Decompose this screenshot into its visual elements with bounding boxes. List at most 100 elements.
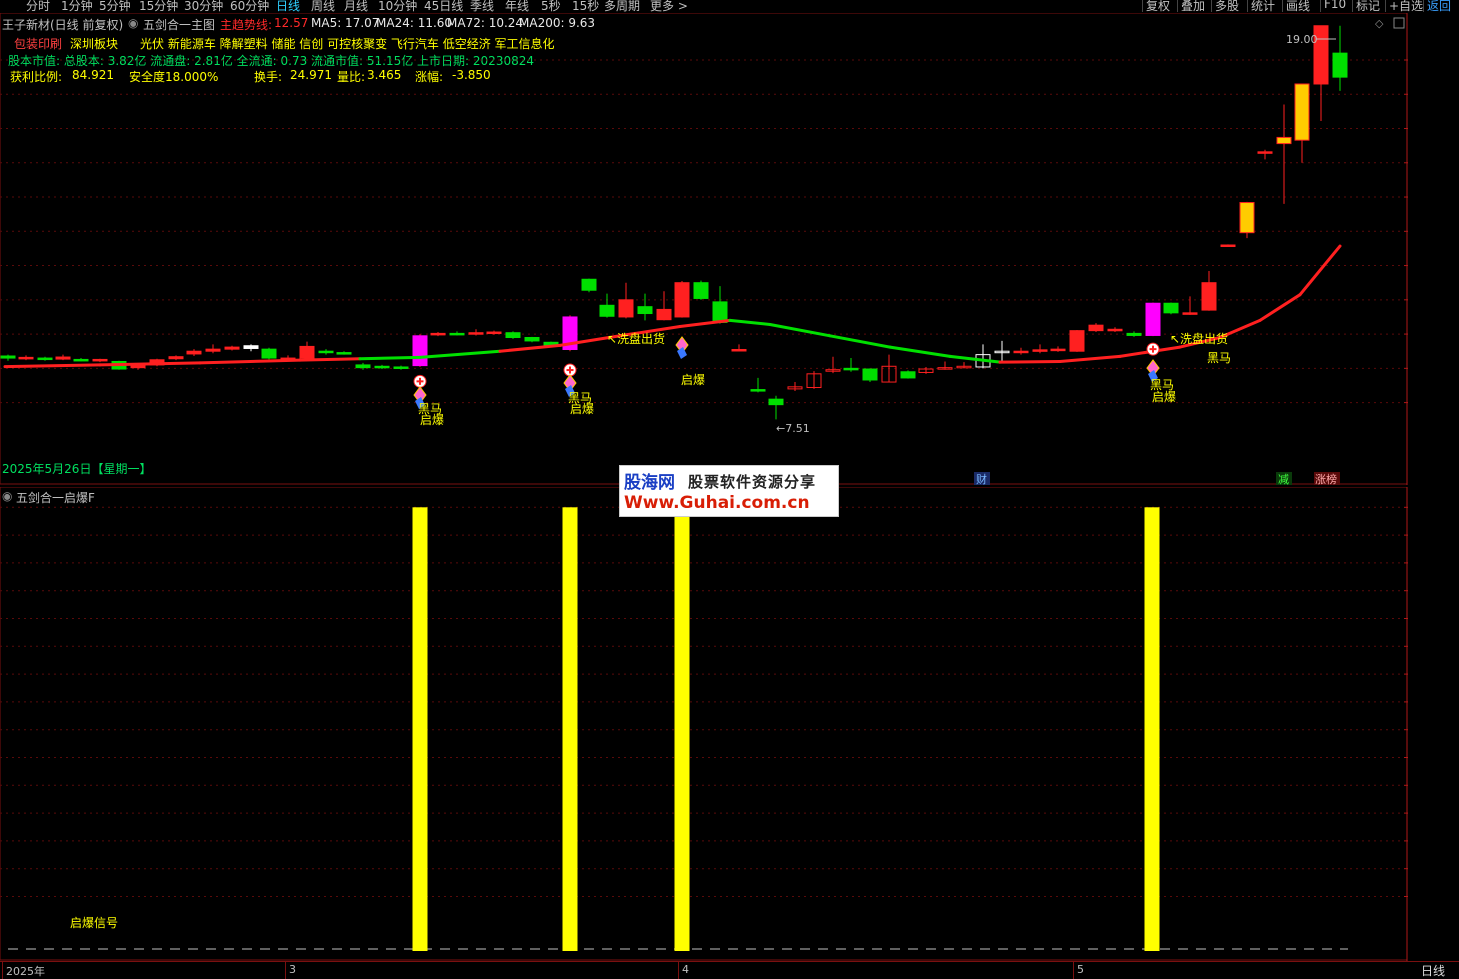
- tab-0[interactable]: 分时: [26, 0, 50, 12]
- tab-16[interactable]: 更多 >: [650, 0, 688, 12]
- candle-body: [900, 371, 916, 379]
- toolbar-separator: [1282, 0, 1283, 12]
- tab-6[interactable]: 日线: [276, 0, 300, 12]
- time-axis-label: 5: [1077, 963, 1084, 976]
- tab-3[interactable]: 15分钟: [139, 0, 178, 12]
- tab-4[interactable]: 30分钟: [184, 0, 223, 12]
- candle-body: [1163, 302, 1179, 314]
- high-price-label: 19.00: [1286, 33, 1318, 46]
- trend-line-segment: [1058, 354, 1122, 363]
- toolbar-separator: [1177, 0, 1178, 12]
- indicator-legend: 启爆信号: [70, 916, 119, 930]
- candle-body: [55, 356, 71, 360]
- event-tag-jian: 减: [1278, 473, 1289, 485]
- candle-body: [1050, 348, 1066, 352]
- candle-body: [843, 367, 859, 371]
- time-axis-tick: [678, 962, 679, 979]
- qibao-label: 启爆: [570, 402, 594, 416]
- tab-11[interactable]: 季线: [470, 0, 494, 12]
- time-axis-label: 4: [682, 963, 689, 976]
- tab-9[interactable]: 10分钟: [378, 0, 417, 12]
- candle-body: [712, 301, 728, 323]
- watermark-brand: 股海网: [624, 473, 675, 493]
- candle-body: [1088, 324, 1104, 332]
- trend-line-segment: [1258, 293, 1302, 322]
- candle-body: [393, 366, 409, 369]
- indicator-chart[interactable]: 80.0075.0070.0065.0060.0055.0050.0045.00…: [0, 487, 1408, 961]
- panel-frame: [0, 13, 1408, 485]
- tab-13[interactable]: 5秒: [541, 0, 561, 12]
- trend-line-segment: [298, 357, 362, 362]
- candle-body: [336, 352, 352, 355]
- candle-body: [1294, 83, 1310, 141]
- trend-line-segment: [1298, 244, 1342, 297]
- trend-line-segment: [888, 345, 952, 358]
- candle-body: [1126, 332, 1142, 336]
- tab-12[interactable]: 年线: [505, 0, 529, 12]
- toolbar-button-0[interactable]: 复权: [1146, 0, 1170, 12]
- toolbar-button-3[interactable]: 统计: [1251, 0, 1275, 12]
- indicator-menu-icon[interactable]: ◉: [2, 489, 12, 503]
- candle-body: [1276, 136, 1292, 145]
- trend-line-segment: [678, 318, 732, 329]
- time-axis-label: 3: [289, 963, 296, 976]
- tab-2[interactable]: 5分钟: [99, 0, 131, 12]
- toolbar-button-2[interactable]: 多股: [1215, 0, 1239, 12]
- time-axis-label: 2025年: [6, 965, 45, 978]
- candle-body: [224, 346, 240, 350]
- trend-line-segment: [198, 358, 302, 365]
- period-button[interactable]: 日线: [1410, 962, 1456, 978]
- tab-1[interactable]: 1分钟: [61, 0, 93, 12]
- qibao-label: 启爆: [681, 373, 705, 387]
- signal-bar: [412, 507, 428, 951]
- tab-15[interactable]: 多周期: [604, 0, 640, 12]
- tab-5[interactable]: 60分钟: [230, 0, 269, 12]
- toolbar-button-4[interactable]: 画线: [1286, 0, 1310, 12]
- candle-body: [243, 345, 259, 349]
- signal-bar: [1144, 507, 1160, 951]
- indicator-frame: [0, 487, 1408, 961]
- indicator-title[interactable]: 五剑合一启爆F: [16, 489, 95, 506]
- candle-body: [1332, 52, 1348, 78]
- candle-body: [468, 332, 484, 335]
- toolbar-button-1[interactable]: 叠加: [1181, 0, 1205, 12]
- candle-body: [37, 357, 53, 361]
- candle-body: [92, 358, 108, 362]
- candle-body: [1069, 330, 1085, 352]
- candle-body: [768, 398, 784, 406]
- toolbar-separator: [1352, 0, 1353, 12]
- candle-body: [205, 348, 221, 352]
- kline-chart[interactable]: 18.0017.0016.0015.0014.0013.0012.0011.00…: [0, 13, 1408, 485]
- toolbar-separator: [1423, 0, 1424, 12]
- tab-8[interactable]: 月线: [344, 0, 368, 12]
- candle-body: [1257, 151, 1273, 154]
- cursor-date: 2025年5月26日【星期一】: [2, 462, 152, 476]
- tab-14[interactable]: 15秒: [572, 0, 599, 12]
- toolbar-button-7[interactable]: +自选: [1389, 0, 1423, 12]
- candle-body: [693, 282, 709, 299]
- candle-body: [637, 306, 653, 315]
- toolbar-button-6[interactable]: 标记: [1356, 0, 1380, 12]
- candle-body: [1239, 202, 1255, 234]
- tab-10[interactable]: 45日线: [424, 0, 463, 12]
- tab-7[interactable]: 周线: [311, 0, 335, 12]
- trend-line-segment: [418, 349, 502, 359]
- candle-body: [505, 332, 521, 339]
- watermark-slogan: 股票软件资源分享: [688, 473, 817, 491]
- toolbar-button-5[interactable]: F10: [1324, 0, 1346, 11]
- toolbar-button-8[interactable]: 返回: [1427, 0, 1451, 12]
- candle-body: [486, 331, 502, 335]
- qibao-label: 启爆: [1152, 390, 1176, 404]
- toolbar-separator: [1385, 0, 1386, 12]
- candle-body: [618, 299, 634, 318]
- candle-body: [1201, 282, 1217, 311]
- candle-body: [1032, 349, 1048, 352]
- trend-line-segment: [828, 334, 892, 349]
- time-axis: 2025年 3 4 5: [0, 961, 1459, 979]
- candle-body: [168, 356, 184, 360]
- event-tag-cai: 财: [976, 472, 987, 485]
- trend-line-segment: [358, 355, 422, 361]
- xipan-label: ↖洗盘出货: [1170, 331, 1228, 346]
- watermark-logo: 股海网 股票软件资源分享 Www.Guhai.com.cn: [619, 465, 839, 517]
- candle-body: [299, 345, 315, 359]
